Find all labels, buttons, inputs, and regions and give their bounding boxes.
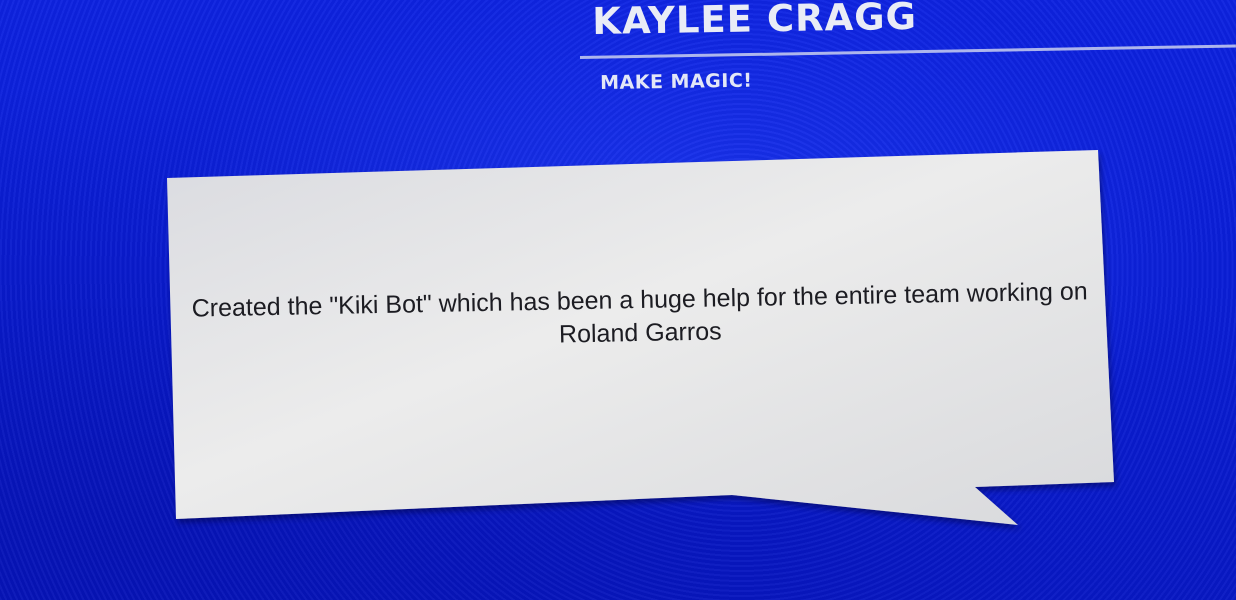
speech-bubble: Created the "Kiki Bot" which has been a … — [0, 0, 1236, 600]
blue-slide-background: KAYLEE CRAGG MAKE MAGIC! Created the "Ki… — [0, 0, 1236, 600]
